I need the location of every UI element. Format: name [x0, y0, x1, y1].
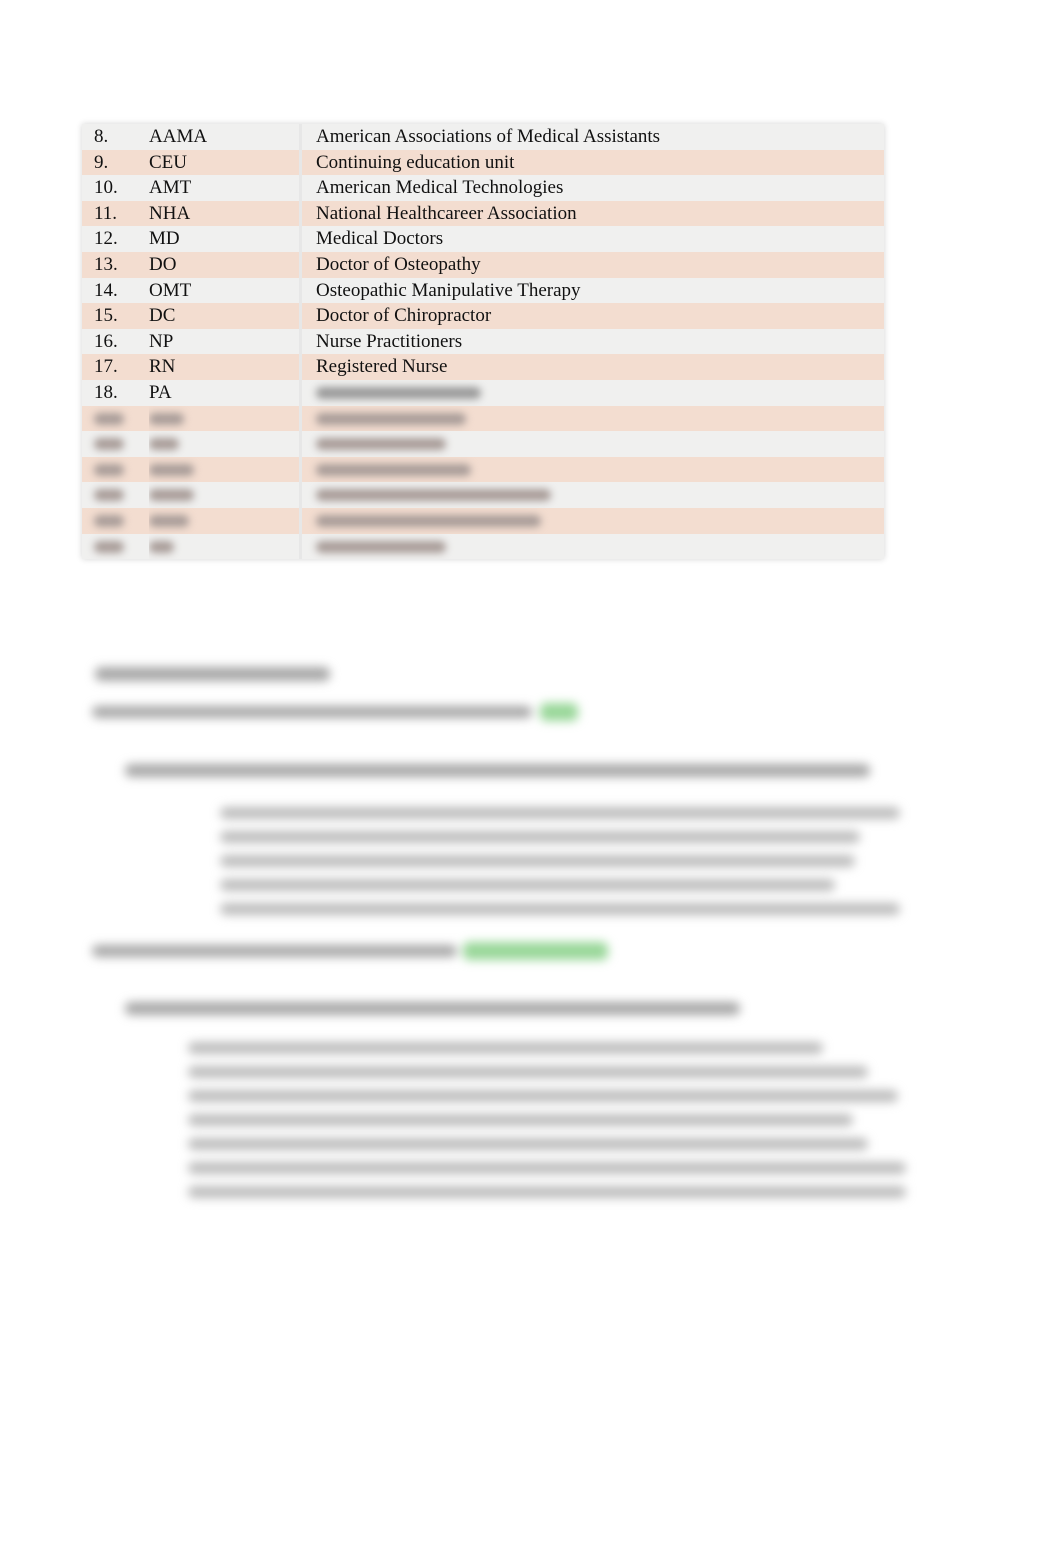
abbreviation: OMT	[149, 277, 302, 304]
definition: Osteopathic Manipulative Therapy	[316, 279, 581, 301]
table-row: 18. PA	[82, 379, 885, 406]
obscured-cell	[82, 482, 149, 508]
obscured-cell	[149, 456, 302, 483]
definition: National Healthcareer Association	[316, 202, 577, 224]
definition: American Associations of Medical Assista…	[316, 126, 661, 147]
row-number: 18.	[94, 381, 118, 403]
abbreviation: MD	[149, 226, 302, 252]
row-number: 8.	[94, 126, 109, 147]
abbreviation: AMT	[149, 175, 302, 201]
obscured-cell	[301, 508, 885, 534]
blurred-subheading-1	[92, 703, 592, 721]
document-page: 8. AAMA American Associations of Medical A…	[0, 0, 1062, 1561]
definition: Continuing education unit	[316, 151, 515, 173]
highlight-marker	[540, 703, 578, 721]
table-row: 17. RN Registered Nurse	[82, 354, 884, 380]
definition: American Medical Technologies	[316, 177, 564, 199]
row-number: 11.	[94, 202, 118, 224]
abbreviation: AAMA	[149, 124, 302, 150]
table-row: 11. NHA National Healthcareer Association	[82, 200, 884, 227]
abbreviation: DO	[149, 251, 302, 278]
table-row-obscured	[82, 507, 885, 534]
table-row: 10. AMT American Medical Technologies	[82, 175, 884, 201]
blurred-answer-1	[220, 795, 910, 927]
obscured-cell	[149, 507, 302, 534]
definition: Nurse Practitioners	[316, 330, 463, 352]
table-row: 9. CEU Continuing education unit	[82, 149, 884, 176]
table-row-obscured	[82, 482, 884, 508]
blurred-question-2	[125, 990, 745, 1027]
obscured-cell	[301, 431, 885, 457]
abbreviation: RN	[149, 354, 302, 380]
table-row: 13. DO Doctor of Osteopathy	[82, 251, 884, 278]
table-row-obscured	[82, 405, 885, 432]
obscured-cell	[82, 431, 149, 457]
abbreviation: NP	[149, 328, 302, 355]
row-number: 16.	[94, 330, 118, 352]
abbreviation: CEU	[149, 149, 302, 176]
obscured-cell	[82, 508, 149, 534]
obscured-cell	[149, 431, 302, 457]
obscured-cell	[301, 457, 885, 483]
row-number: 17.	[94, 356, 118, 378]
blurred-answer-2	[188, 1030, 913, 1210]
obscured-cell	[82, 457, 149, 483]
row-number: 9.	[94, 151, 109, 173]
definition: Registered Nurse	[316, 356, 448, 378]
abbreviation-table: 8. AAMA American Associations of Medical A…	[82, 124, 885, 560]
obscured-cell	[301, 534, 885, 560]
table-row-obscured	[82, 533, 885, 560]
row-number: 13.	[94, 253, 118, 275]
abbreviation: NHA	[149, 200, 302, 227]
obscured-definition	[316, 386, 481, 399]
table-row: 16. NP Nurse Practitioners	[82, 328, 884, 355]
table-row: 14. OMT Osteopathic Manipulative Therapy	[82, 277, 884, 304]
definition: Doctor of Osteopathy	[316, 253, 481, 275]
obscured-cell	[301, 406, 885, 432]
row-number: 14.	[94, 279, 118, 301]
table-row-obscured	[82, 456, 885, 483]
table-row: 8. AAMA American Associations of Medical A…	[82, 124, 884, 150]
row-number: 10.	[94, 177, 118, 199]
obscured-cell	[149, 533, 302, 560]
blurred-question-1	[125, 752, 875, 789]
blurred-subheading-2	[92, 942, 612, 960]
abbreviation: PA	[149, 379, 302, 406]
obscured-cell	[149, 482, 302, 508]
obscured-cell	[82, 534, 149, 560]
definition: Doctor of Chiropractor	[316, 305, 492, 327]
table-row: 12. MD Medical Doctors	[82, 226, 884, 252]
blurred-section-heading	[95, 655, 335, 693]
table-row-obscured	[82, 431, 884, 457]
definition: Medical Doctors	[316, 228, 444, 250]
row-number: 15.	[94, 305, 118, 327]
definition	[301, 380, 885, 406]
highlight-marker	[463, 942, 608, 960]
obscured-cell	[82, 406, 149, 432]
row-number: 12.	[94, 228, 118, 250]
table-row: 15. DC Doctor of Chiropractor	[82, 303, 884, 329]
obscured-cell	[301, 482, 885, 508]
obscured-cell	[149, 405, 302, 432]
abbreviation: DC	[149, 303, 302, 329]
